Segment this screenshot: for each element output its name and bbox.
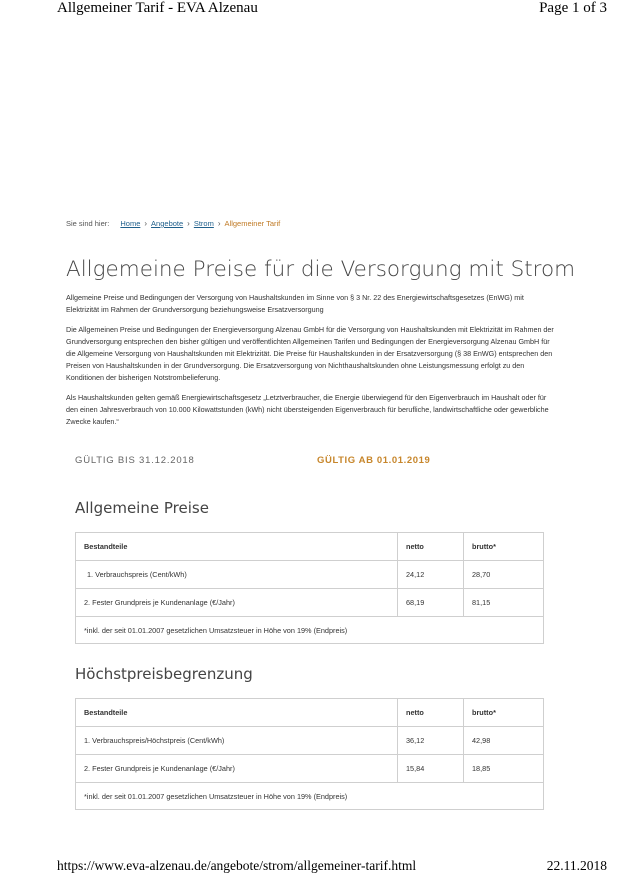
tab-valid-until[interactable]: GÜLTIG BIS 31.12.2018 xyxy=(75,455,195,466)
chevron-right-icon: › xyxy=(217,219,221,228)
table-row: 1. Verbrauchspreis/Höchstpreis (Cent/kWh… xyxy=(75,726,544,755)
breadcrumb-prefix: Sie sind hier: xyxy=(66,219,110,228)
gross-price: 18,85 xyxy=(463,754,544,783)
net-price: 15,84 xyxy=(397,754,464,783)
column-header-net: netto xyxy=(397,532,464,561)
table-header-row: Bestandteile netto brutto* xyxy=(75,532,544,561)
conditions-paragraph: Die Allgemeinen Preise und Bedingungen d… xyxy=(66,325,554,382)
column-header-component: Bestandteile xyxy=(75,532,398,561)
breadcrumb: Sie sind hier: Home › Angebote › Strom ›… xyxy=(66,219,280,228)
general-prices-table: Bestandteile netto brutto* 1. Verbrauchs… xyxy=(75,532,544,644)
row-label: 2. Fester Grundpreis je Kundenanlage (€/… xyxy=(75,754,398,783)
column-header-component: Bestandteile xyxy=(75,698,398,727)
intro-paragraph: Allgemeine Preise und Bedingungen der Ve… xyxy=(66,293,524,314)
table-footnote-row: *inkl. der seit 01.01.2007 gesetzlichen … xyxy=(75,616,544,644)
chevron-right-icon: › xyxy=(187,219,190,228)
gross-price: 81,15 xyxy=(463,588,544,617)
table-row: 1. Verbrauchspreis (Cent/kWh) 24,12 28,7… xyxy=(75,560,544,589)
print-footer-url: https://www.eva-alzenau.de/angebote/stro… xyxy=(57,858,417,873)
breadcrumb-link-strom[interactable]: Strom xyxy=(194,219,214,228)
table-footnote-row: *inkl. der seit 01.01.2007 gesetzlichen … xyxy=(75,782,544,810)
household-definition-paragraph: Als Haushaltskunden gelten gemäß Energie… xyxy=(66,393,549,426)
price-cap-table: Bestandteile netto brutto* 1. Verbrauchs… xyxy=(75,698,544,810)
table-row: 2. Fester Grundpreis je Kundenanlage (€/… xyxy=(75,588,544,617)
breadcrumb-link-home[interactable]: Home xyxy=(120,219,140,228)
print-footer-date: 22.11.2018 xyxy=(546,858,607,873)
column-header-net: netto xyxy=(397,698,464,727)
vat-footnote: *inkl. der seit 01.01.2007 gesetzlichen … xyxy=(75,616,544,644)
net-price: 36,12 xyxy=(397,726,464,755)
print-footer: https://www.eva-alzenau.de/angebote/stro… xyxy=(0,858,620,874)
net-price: 68,19 xyxy=(397,588,464,617)
vat-footnote: *inkl. der seit 01.01.2007 gesetzlichen … xyxy=(75,782,544,810)
print-header-title: Allgemeiner Tarif - EVA Alzenau xyxy=(57,0,258,16)
row-label: 2. Fester Grundpreis je Kundenanlage (€/… xyxy=(75,588,398,617)
table-row: 2. Fester Grundpreis je Kundenanlage (€/… xyxy=(75,754,544,783)
print-header-page-number: Page 1 of 3 xyxy=(539,0,607,16)
net-price: 24,12 xyxy=(397,560,464,589)
chevron-right-icon: › xyxy=(144,219,148,228)
page-title: Allgemeine Preise für die Versorgung mit… xyxy=(66,257,576,282)
gross-price: 42,98 xyxy=(463,726,544,755)
print-header: Allgemeiner Tarif - EVA Alzenau Page 1 o… xyxy=(0,0,620,17)
section-title-price-cap: Höchstpreisbegrenzung xyxy=(75,665,253,683)
tab-valid-from[interactable]: GÜLTIG AB 01.01.2019 xyxy=(317,455,430,466)
table-header-row: Bestandteile netto brutto* xyxy=(75,698,544,727)
column-header-gross: brutto* xyxy=(463,532,544,561)
column-header-gross: brutto* xyxy=(463,698,544,727)
gross-price: 28,70 xyxy=(463,560,544,589)
breadcrumb-current: Allgemeiner Tarif xyxy=(224,219,281,228)
row-label: 1. Verbrauchspreis (Cent/kWh) xyxy=(75,560,398,589)
row-label: 1. Verbrauchspreis/Höchstpreis (Cent/kWh… xyxy=(75,726,398,755)
section-title-general-prices: Allgemeine Preise xyxy=(75,499,209,517)
breadcrumb-link-angebote[interactable]: Angebote xyxy=(151,219,183,228)
